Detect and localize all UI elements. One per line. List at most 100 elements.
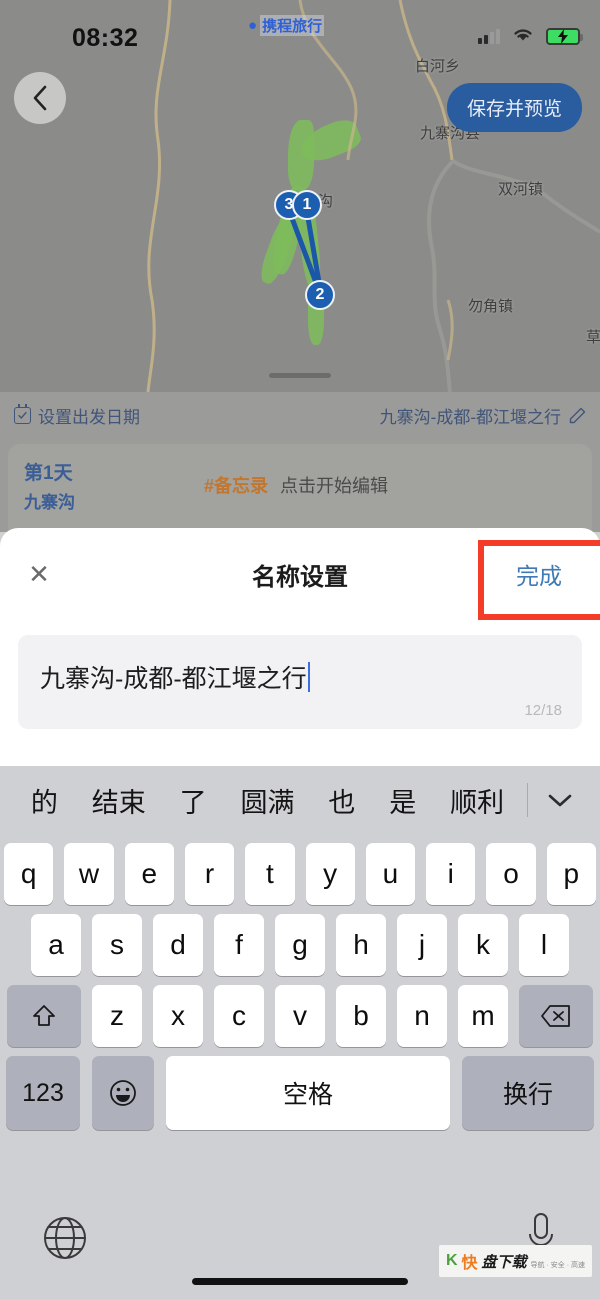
done-button[interactable]: 完成	[516, 557, 562, 591]
key-y[interactable]: y	[305, 843, 355, 905]
globe-icon	[44, 1217, 86, 1259]
key-l[interactable]: l	[519, 914, 569, 976]
itinerary-panel: 设置出发日期 九寨沟-成都-都江堰之行 第1天 九寨沟 #备忘录 点击开始编辑	[0, 392, 600, 532]
watermark-mark: K	[445, 1252, 458, 1269]
chevron-down-icon[interactable]	[534, 792, 586, 808]
key-k[interactable]: k	[458, 914, 508, 976]
memo-hint: 点击开始编辑	[280, 476, 389, 496]
sheet-drag-handle[interactable]	[269, 373, 331, 378]
keyboard-row-4: 123 空格 换行	[0, 1056, 600, 1130]
space-key[interactable]: 空格	[166, 1056, 450, 1130]
home-indicator[interactable]	[192, 1278, 408, 1285]
status-indicators	[478, 26, 583, 47]
name-input-value: 九寨沟-成都-都江堰之行	[40, 665, 307, 693]
candidate-5[interactable]: 是	[372, 781, 433, 820]
map-marker-1[interactable]: 1	[292, 190, 322, 220]
wifi-icon	[512, 26, 534, 47]
chevron-left-icon	[33, 85, 47, 111]
key-g[interactable]: g	[275, 914, 325, 976]
pencil-icon	[569, 407, 586, 423]
name-input-field[interactable]: 九寨沟-成都-都江堰之行 12/18	[18, 635, 582, 729]
candidate-divider	[527, 783, 529, 817]
return-key[interactable]: 换行	[462, 1056, 594, 1130]
candidate-6[interactable]: 顺利	[433, 781, 521, 820]
keyboard-row-2: a s d f g h j k l	[0, 914, 600, 976]
day-place: 九寨沟	[24, 493, 75, 512]
name-input-value-wrap: 九寨沟-成都-都江堰之行	[40, 659, 310, 695]
key-u[interactable]: u	[365, 843, 416, 905]
numeric-key[interactable]: 123	[6, 1056, 80, 1130]
map-view[interactable]: 3 1 2 白河乡 九寨沟县 双河镇 勿角镇 草 沟	[0, 0, 600, 392]
trip-name-edit-button[interactable]: 九寨沟-成都-都江堰之行	[380, 403, 586, 428]
calendar-check-icon	[14, 403, 31, 424]
key-m[interactable]: m	[458, 985, 508, 1047]
candidate-2[interactable]: 了	[163, 781, 224, 820]
key-s[interactable]: s	[92, 914, 142, 976]
backspace-icon	[541, 1005, 570, 1027]
emoji-key[interactable]	[92, 1056, 154, 1130]
watermark-sub: 导航 · 安全 · 高速	[530, 1261, 585, 1269]
site-watermark: K 快 盘下载 导航 · 安全 · 高速	[438, 1245, 592, 1277]
set-departure-date-button[interactable]: 设置出发日期	[14, 403, 140, 428]
signal-bars-icon	[478, 29, 500, 44]
key-r[interactable]: r	[184, 843, 235, 905]
day-number: 第1天	[24, 463, 73, 484]
set-departure-date-label: 设置出发日期	[38, 407, 140, 427]
candidate-bar: 的 结束 了 圆满 也 是 顺利	[0, 766, 600, 834]
candidate-3[interactable]: 圆满	[224, 781, 312, 820]
ctrip-brand-watermark: ● 携程旅行	[248, 15, 325, 36]
name-settings-modal: ✕ 名称设置 完成 九寨沟-成都-都江堰之行 12/18	[0, 528, 600, 766]
status-bar: 08:32 ● 携程旅行	[0, 0, 600, 58]
battery-charging-icon	[546, 28, 583, 45]
key-f[interactable]: f	[214, 914, 264, 976]
key-x[interactable]: x	[153, 985, 203, 1047]
day-column: 第1天 九寨沟	[24, 458, 75, 513]
key-p[interactable]: p	[546, 843, 596, 905]
key-c[interactable]: c	[214, 985, 264, 1047]
globe-key[interactable]	[42, 1215, 88, 1261]
modal-header: ✕ 名称设置 完成	[0, 528, 600, 620]
candidate-0[interactable]: 的	[14, 781, 75, 820]
status-time: 08:32	[72, 24, 139, 52]
key-a[interactable]: a	[31, 914, 81, 976]
key-w[interactable]: w	[64, 843, 114, 905]
key-v[interactable]: v	[275, 985, 325, 1047]
key-i[interactable]: i	[426, 843, 476, 905]
keyboard: 的 结束 了 圆满 也 是 顺利 q w e r t y u i o p a s	[0, 766, 600, 1299]
trip-name-label: 九寨沟-成都-都江堰之行	[379, 407, 561, 427]
itinerary-toolbar: 设置出发日期 九寨沟-成都-都江堰之行	[0, 392, 600, 438]
map-marker-2[interactable]: 2	[305, 280, 335, 310]
shift-key[interactable]	[7, 985, 81, 1047]
phone-screen: 3 1 2 白河乡 九寨沟县 双河镇 勿角镇 草 沟 08:32 ● 携程旅行	[0, 0, 600, 1299]
watermark-word2: 盘下载	[481, 1253, 527, 1271]
memo-tag: #备忘录	[204, 476, 269, 496]
ctrip-logo-icon: ●	[248, 17, 258, 34]
text-caret	[307, 662, 310, 692]
back-button[interactable]	[14, 72, 66, 124]
save-preview-button[interactable]: 保存并预览	[446, 83, 582, 132]
close-icon[interactable]: ✕	[24, 559, 54, 589]
keyboard-row-1: q w e r t y u i o p	[0, 843, 600, 905]
keyboard-row-3: z x c v b n m	[0, 985, 600, 1047]
key-o[interactable]: o	[486, 843, 536, 905]
memo-row[interactable]: #备忘录 点击开始编辑	[204, 472, 388, 498]
keyboard-bottom-bar: K 快 盘下载 导航 · 安全 · 高速	[0, 1201, 600, 1299]
key-q[interactable]: q	[4, 843, 54, 905]
backspace-key[interactable]	[519, 985, 593, 1047]
key-h[interactable]: h	[336, 914, 386, 976]
key-n[interactable]: n	[397, 985, 447, 1047]
character-counter: 12/18	[524, 702, 562, 719]
day-card[interactable]: 第1天 九寨沟 #备忘录 点击开始编辑	[8, 444, 592, 530]
ctrip-brand-name: 携程旅行	[260, 15, 325, 36]
key-z[interactable]: z	[92, 985, 142, 1047]
candidate-1[interactable]: 结束	[75, 781, 163, 820]
modal-title: 名称设置	[252, 563, 348, 591]
key-t[interactable]: t	[245, 843, 295, 905]
candidate-4[interactable]: 也	[311, 781, 372, 820]
emoji-smiley-icon	[110, 1080, 136, 1106]
key-j[interactable]: j	[397, 914, 447, 976]
key-e[interactable]: e	[124, 843, 174, 905]
watermark-word1: 快	[461, 1255, 478, 1272]
key-b[interactable]: b	[336, 985, 386, 1047]
key-d[interactable]: d	[153, 914, 203, 976]
